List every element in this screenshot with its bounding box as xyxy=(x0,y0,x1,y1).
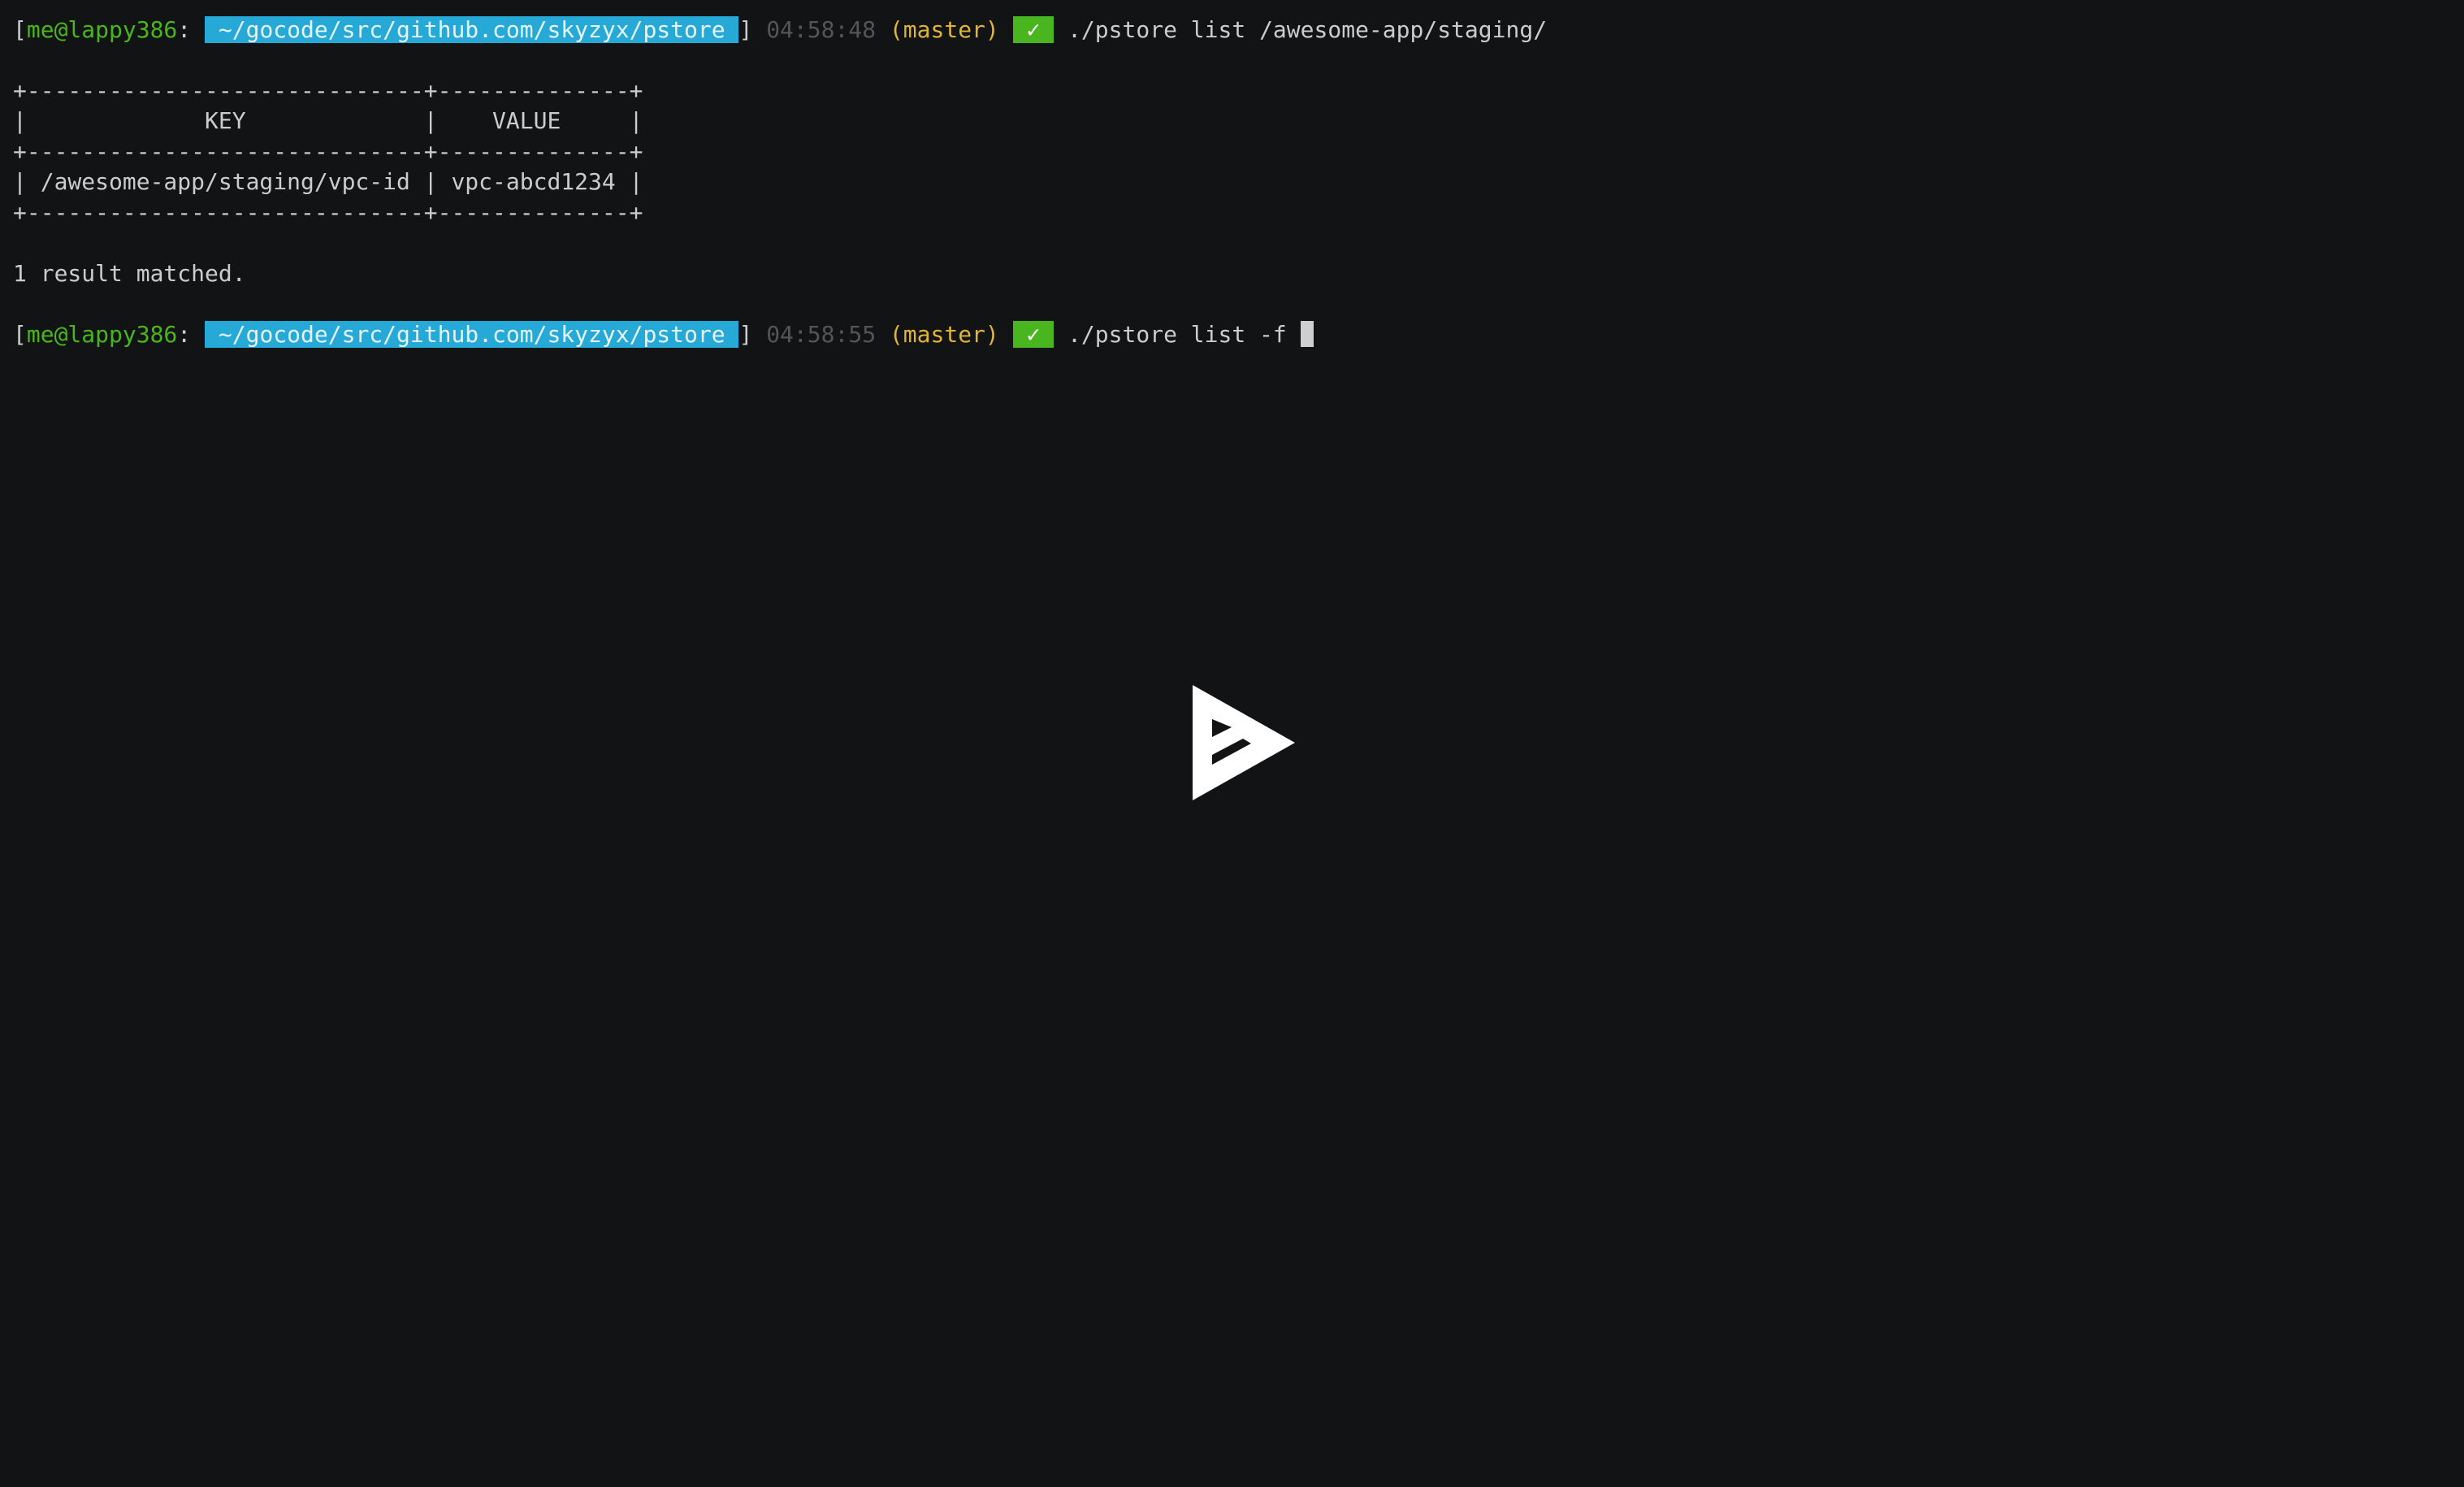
table-header-row: | KEY | VALUE | xyxy=(13,107,643,134)
prompt-bracket-close: ] xyxy=(738,16,767,43)
prompt-time: 04:58:55 xyxy=(766,321,877,348)
command-text: ./pstore list /awesome-app/staging/ xyxy=(1067,16,1548,43)
prompt-line: [me@lappy386: ~/gocode/src/github.com/sk… xyxy=(13,15,1547,46)
table-border-mid: +-----------------------------+---------… xyxy=(13,138,643,165)
terminal-window[interactable]: [me@lappy386: ~/gocode/src/github.com/sk… xyxy=(0,0,2464,1487)
asciinema-play-icon[interactable] xyxy=(1193,685,1295,800)
table-border-top: +-----------------------------+---------… xyxy=(13,77,643,104)
prompt-branch: (master) xyxy=(889,321,999,348)
prompt-user: me@lappy386 xyxy=(26,321,178,348)
prompt-path: ~/gocode/src/github.com/skyzyx/pstore xyxy=(205,321,739,348)
prompt-path: ~/gocode/src/github.com/skyzyx/pstore xyxy=(205,16,739,43)
prompt-user: me@lappy386 xyxy=(26,16,178,43)
prompt-bracket-close: ] xyxy=(738,321,767,348)
prompt-time: 04:58:48 xyxy=(766,16,877,43)
prompt-line: [me@lappy386: ~/gocode/src/github.com/sk… xyxy=(13,319,1314,350)
prompt-status-check: ✓ xyxy=(1012,16,1054,43)
prompt-bracket-open: [ xyxy=(13,16,27,43)
command-input[interactable]: ./pstore list -f xyxy=(1067,321,1301,348)
play-icon xyxy=(1193,685,1295,800)
text-cursor xyxy=(1300,321,1314,347)
prompt-colon: : xyxy=(177,16,206,43)
prompt-status-check: ✓ xyxy=(1012,321,1054,348)
table-border-bottom: +-----------------------------+---------… xyxy=(13,199,643,226)
prompt-colon: : xyxy=(177,321,206,348)
prompt-branch: (master) xyxy=(889,16,999,43)
result-summary: 1 result matched. xyxy=(13,260,246,287)
prompt-bracket-open: [ xyxy=(13,321,27,348)
table-row: | /awesome-app/staging/vpc-id | vpc-abcd… xyxy=(13,168,643,195)
